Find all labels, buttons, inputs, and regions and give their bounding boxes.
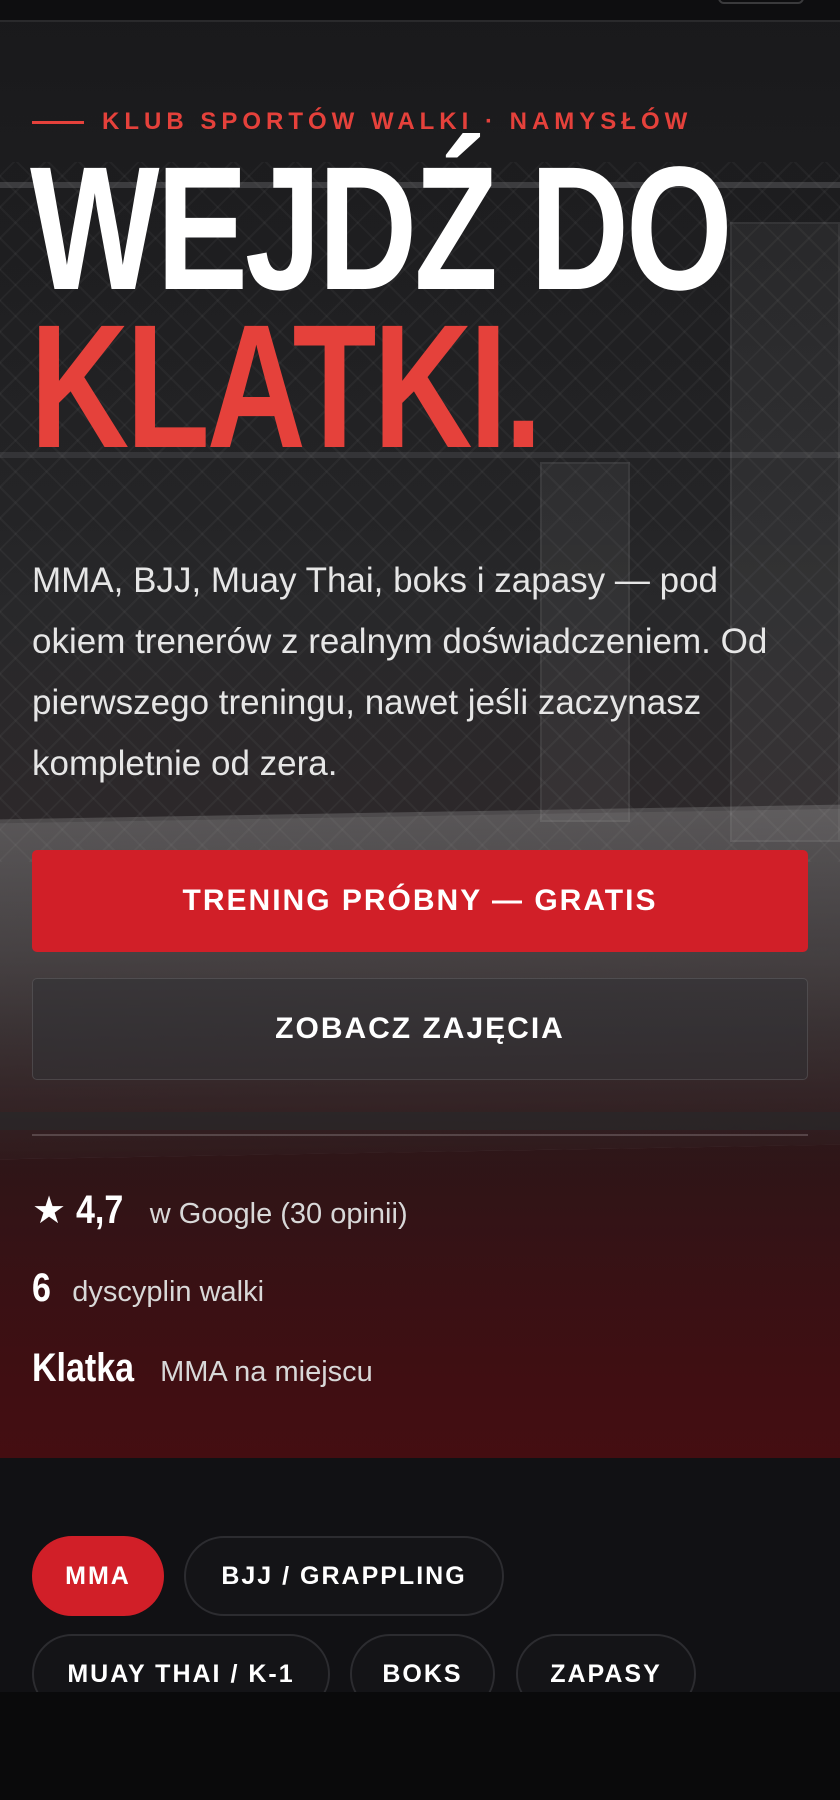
menu-button[interactable] — [718, 0, 804, 4]
stat-cage: Klatka MMA na miejscu — [32, 1346, 373, 1391]
hero-lead-text: MMA, BJJ, Muay Thai, boks i zapasy — pod… — [32, 561, 768, 783]
discipline-pill-mma[interactable]: MMA — [32, 1536, 164, 1616]
hero-headline: WEJDŹ DO KLATKI. — [30, 131, 840, 485]
stat-description: dyscyplin walki — [72, 1276, 265, 1308]
headline-line-2: KLATKI. — [30, 289, 543, 485]
free-trial-button[interactable]: TRENING PRÓBNY — GRATIS — [32, 850, 808, 952]
discipline-pill-bjj[interactable]: BJJ / GRAPPLING — [184, 1536, 504, 1616]
headline-line-1: WEJDŹ DO — [30, 131, 733, 327]
stat-description: MMA na miejscu — [160, 1356, 373, 1388]
stat-disciplines: 6 dyscyplin walki — [32, 1266, 264, 1311]
star-icon: ★ — [32, 1190, 67, 1232]
stat-value: 6 — [32, 1266, 51, 1310]
see-classes-button[interactable]: ZOBACZ ZAJĘCIA — [32, 978, 808, 1080]
stat-value: 4,7 — [76, 1188, 124, 1232]
cage-mat-edge — [0, 1112, 840, 1130]
stats-divider — [32, 1134, 808, 1136]
bottom-bar — [0, 1692, 840, 1800]
stat-description: w Google (30 opinii) — [149, 1198, 408, 1230]
eyebrow-line — [32, 120, 84, 124]
top-nav-bar — [0, 0, 840, 22]
stat-google-rating: ★ 4,7 w Google (30 opinii) — [32, 1188, 408, 1233]
stat-value: Klatka — [32, 1346, 135, 1390]
